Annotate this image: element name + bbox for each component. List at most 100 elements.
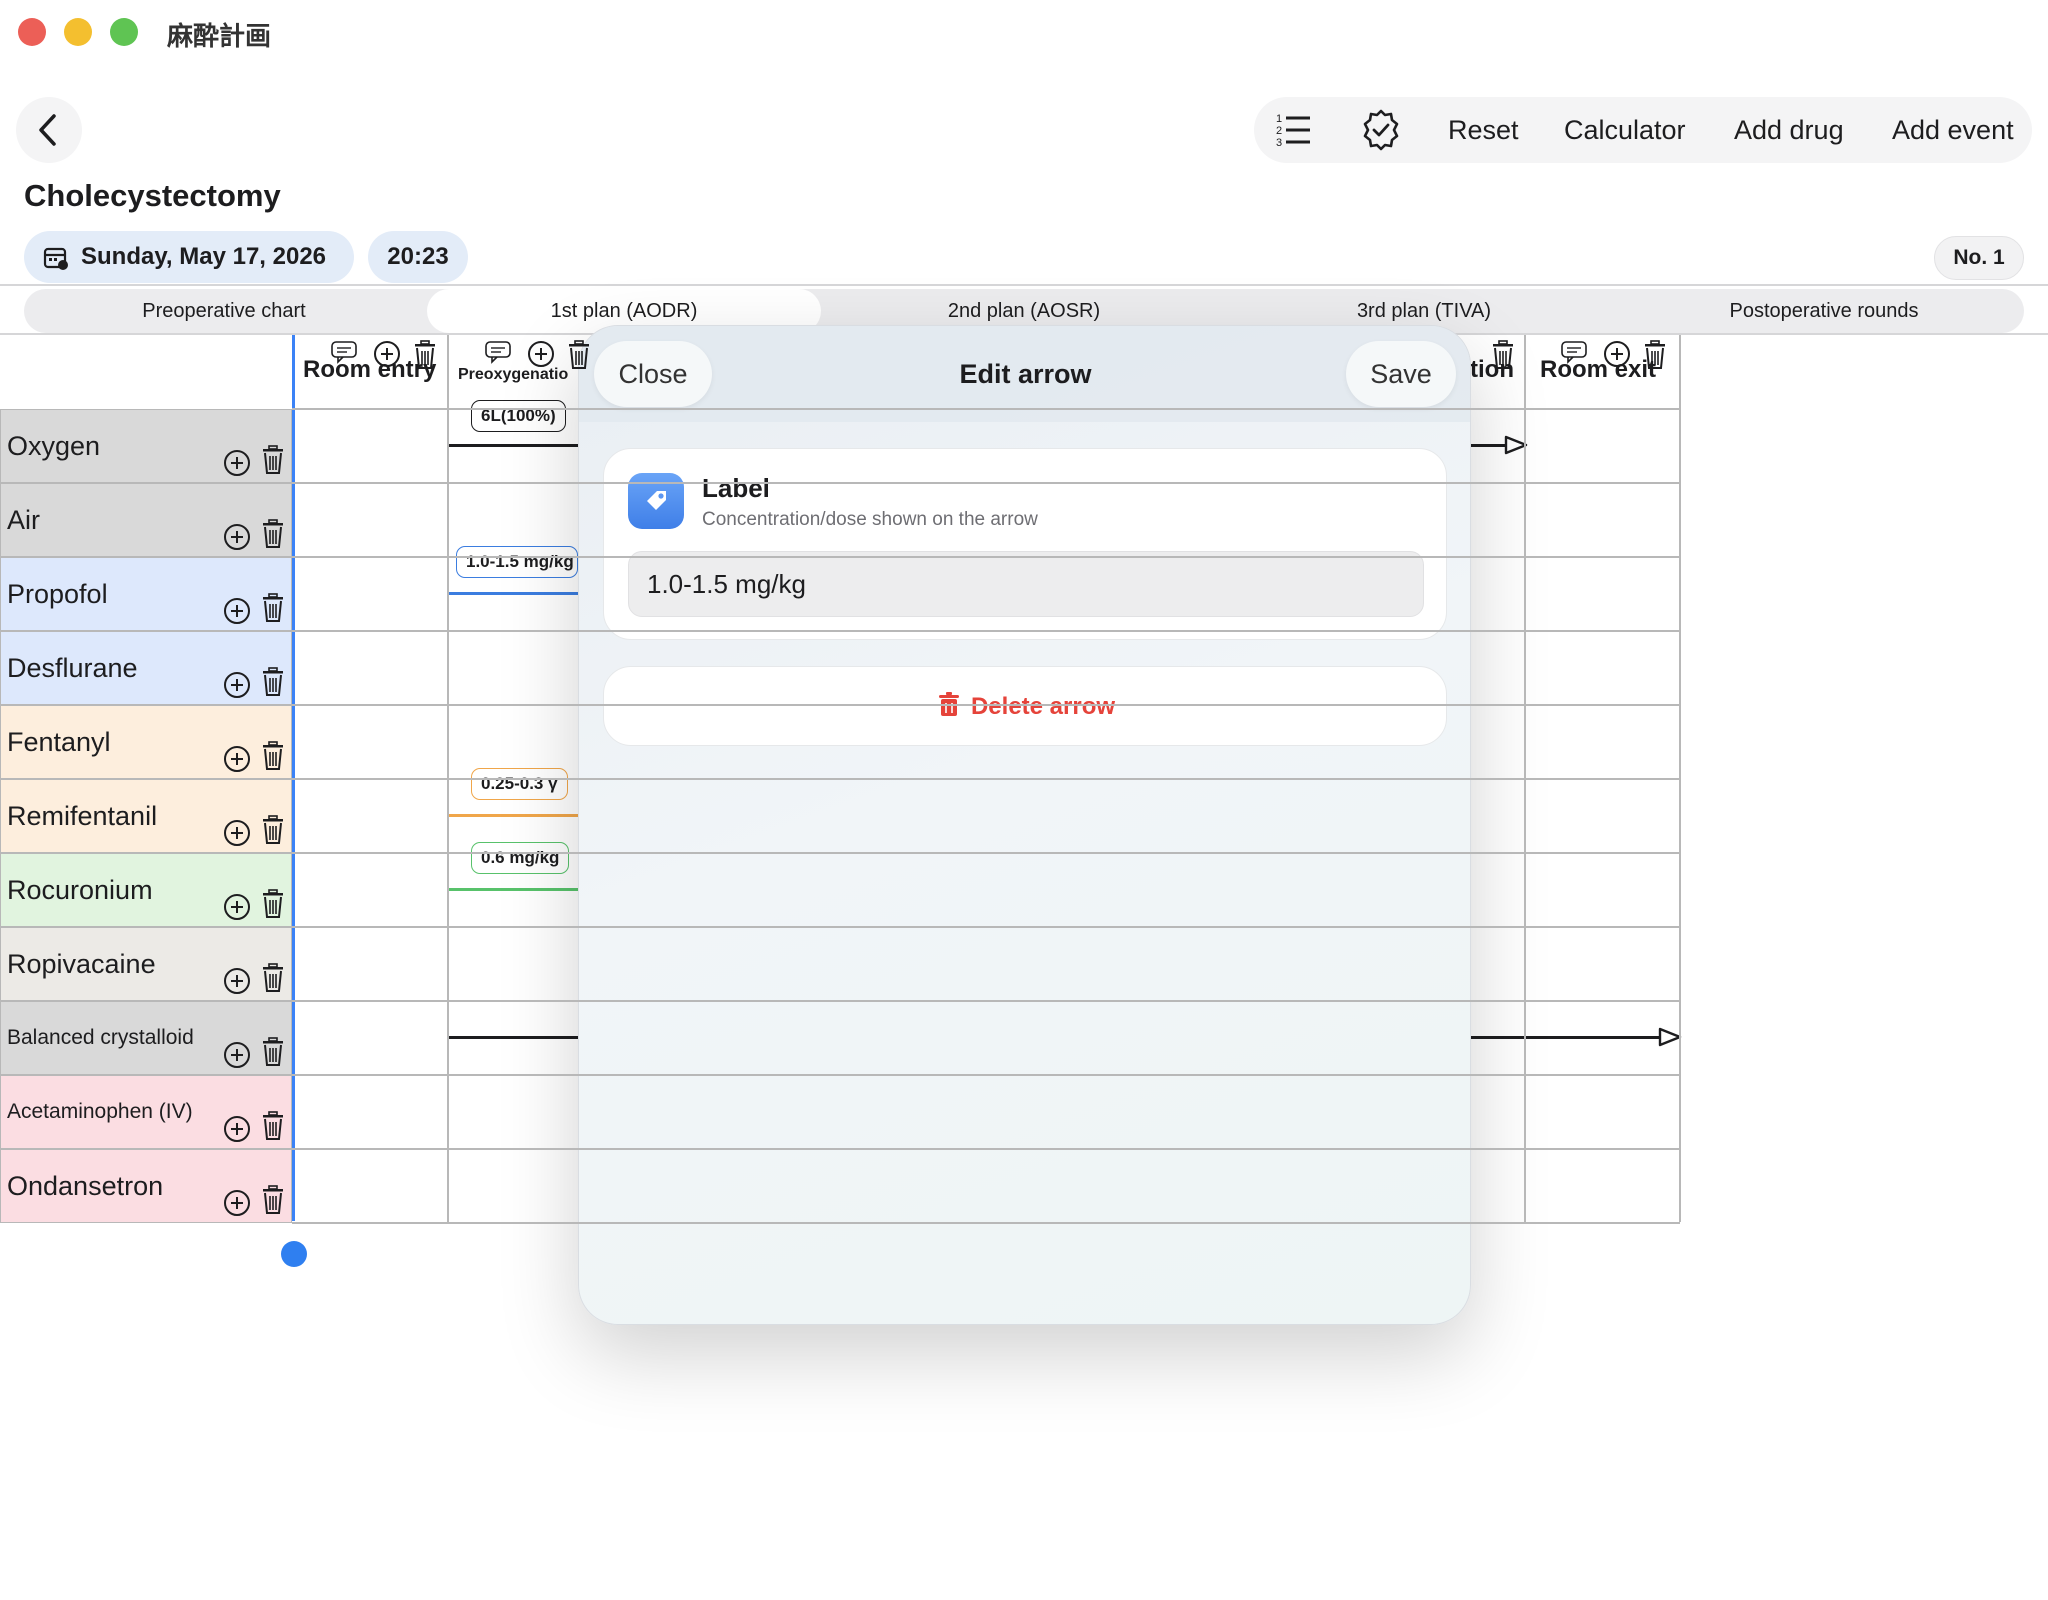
edit-arrow-modal: Edit arrow Close Save Label Concentratio… xyxy=(578,325,1471,1325)
trash-icon[interactable] xyxy=(260,1170,288,1214)
date-pill[interactable]: Sunday, May 17, 2026 xyxy=(24,231,354,283)
crystalloid-arrow-tail[interactable] xyxy=(1471,1036,1661,1039)
comment-icon[interactable] xyxy=(484,340,512,369)
grid-row-line xyxy=(292,1222,1680,1224)
trash-icon[interactable] xyxy=(260,504,288,548)
drug-row-label: Desflurane xyxy=(0,631,292,705)
propofol-arrow-label[interactable]: 1.0-1.5 mg/kg xyxy=(456,546,578,578)
save-button[interactable]: Save xyxy=(1346,341,1456,407)
oxygen-arrow[interactable] xyxy=(448,444,578,447)
time-pill[interactable]: 20:23 xyxy=(368,231,468,283)
delete-arrow-button[interactable]: Delete arrow xyxy=(603,666,1447,746)
grid-column-line xyxy=(1524,335,1526,1222)
oxygen-arrow-label[interactable]: 6L(100%) xyxy=(471,400,566,432)
add-circle-icon[interactable] xyxy=(223,1098,251,1142)
grid-column-line xyxy=(1679,335,1681,1222)
trash-icon[interactable] xyxy=(260,948,288,992)
verify-button[interactable] xyxy=(1360,97,1402,163)
window-minimize-button[interactable] xyxy=(64,18,92,46)
add-drug-button[interactable]: Add drug xyxy=(1734,97,1844,163)
drug-row-label: Air xyxy=(0,483,292,557)
add-circle-icon[interactable] xyxy=(223,654,251,698)
tab-postoperative-rounds[interactable]: Postoperative rounds xyxy=(1624,289,2024,333)
date-text: Sunday, May 17, 2026 xyxy=(81,243,327,270)
calculator-button[interactable]: Calculator xyxy=(1564,97,1686,163)
add-circle-icon[interactable] xyxy=(223,728,251,772)
grid-row-line xyxy=(292,852,1680,854)
arrowhead-icon xyxy=(1504,435,1528,455)
drug-name: Remifentanil xyxy=(7,801,158,831)
svg-text:3: 3 xyxy=(1276,137,1282,149)
add-circle-icon[interactable] xyxy=(223,1024,251,1068)
trash-icon[interactable] xyxy=(260,726,288,770)
window-close-button[interactable] xyxy=(18,18,46,46)
drug-name: Acetaminophen (IV) xyxy=(7,1100,193,1123)
drug-row-label: Fentanyl xyxy=(0,705,292,779)
list-button[interactable]: 1 2 3 xyxy=(1274,97,1314,163)
trash-icon[interactable] xyxy=(260,1096,288,1140)
comment-icon[interactable] xyxy=(330,340,358,369)
reset-button[interactable]: Reset xyxy=(1448,97,1519,163)
trash-icon[interactable] xyxy=(412,340,438,375)
add-circle-icon[interactable] xyxy=(527,340,555,373)
svg-text:2: 2 xyxy=(1276,125,1282,137)
trash-icon[interactable] xyxy=(260,1022,288,1066)
drug-name: Fentanyl xyxy=(7,727,111,757)
back-button[interactable] xyxy=(16,97,82,163)
numbered-list-icon: 1 2 3 xyxy=(1276,113,1310,149)
label-input[interactable]: 1.0-1.5 mg/kg xyxy=(628,551,1424,617)
comment-icon[interactable] xyxy=(1560,340,1588,369)
drug-row-label: Ondansetron xyxy=(0,1149,292,1223)
oxygen-arrow-tail[interactable] xyxy=(1471,444,1505,447)
trash-icon[interactable] xyxy=(260,874,288,918)
label-card: Label Concentration/dose shown on the ar… xyxy=(603,448,1447,640)
drug-row-label: Rocuronium xyxy=(0,853,292,927)
grid-row-line xyxy=(292,482,1680,484)
page-title: Cholecystectomy xyxy=(24,178,281,213)
drug-name: Ondansetron xyxy=(7,1171,164,1201)
crystalloid-arrow[interactable] xyxy=(448,1036,578,1039)
rocuronium-arrow[interactable] xyxy=(448,888,578,891)
label-title: Label xyxy=(702,473,770,503)
chevron-left-icon xyxy=(39,114,56,146)
time-indicator-handle[interactable] xyxy=(281,1241,307,1267)
add-circle-icon[interactable] xyxy=(373,340,401,373)
trash-icon[interactable] xyxy=(260,430,288,474)
drug-row-label: Balanced crystalloid xyxy=(0,1001,292,1075)
add-circle-icon[interactable] xyxy=(223,802,251,846)
grid-row-line xyxy=(292,778,1680,780)
trash-icon[interactable] xyxy=(260,800,288,844)
add-circle-icon[interactable] xyxy=(223,950,251,994)
trash-icon[interactable] xyxy=(1642,340,1668,375)
drug-row-label: Propofol xyxy=(0,557,292,631)
drug-name: Rocuronium xyxy=(7,875,153,905)
close-button[interactable]: Close xyxy=(594,341,712,407)
record-number-badge: No. 1 xyxy=(1934,236,2024,280)
trash-icon[interactable] xyxy=(260,652,288,696)
drug-name: Propofol xyxy=(7,579,108,609)
rocuronium-arrow-label[interactable]: 0.6 mg/kg xyxy=(471,842,570,874)
remifentanil-arrow-label[interactable]: 0.25-0.3 γ xyxy=(471,768,568,800)
trash-icon[interactable] xyxy=(260,578,288,622)
add-circle-icon[interactable] xyxy=(223,1172,251,1216)
propofol-arrow[interactable] xyxy=(448,592,578,595)
trash-icon[interactable] xyxy=(1490,340,1516,375)
add-circle-icon[interactable] xyxy=(1603,340,1631,373)
svg-text:1: 1 xyxy=(1276,113,1282,125)
remifentanil-arrow[interactable] xyxy=(448,814,578,817)
add-circle-icon[interactable] xyxy=(223,432,251,476)
tab-preoperative-chart[interactable]: Preoperative chart xyxy=(24,289,424,333)
add-circle-icon[interactable] xyxy=(223,580,251,624)
drug-name: Balanced crystalloid xyxy=(7,1026,194,1049)
drug-row-label: Acetaminophen (IV) xyxy=(0,1075,292,1149)
grid-row-line xyxy=(292,1074,1680,1076)
window-maximize-button[interactable] xyxy=(110,18,138,46)
add-circle-icon[interactable] xyxy=(223,876,251,920)
delete-arrow-label: Delete arrow xyxy=(970,693,1116,720)
trash-icon[interactable] xyxy=(566,340,592,375)
toolbar: 1 2 3 Reset Calculator Add drug Add even… xyxy=(1254,97,2032,163)
add-circle-icon[interactable] xyxy=(223,506,251,550)
grid-row-line xyxy=(292,1148,1680,1150)
add-event-button[interactable]: Add event xyxy=(1892,97,2014,163)
drug-row-label: Ropivacaine xyxy=(0,927,292,1001)
